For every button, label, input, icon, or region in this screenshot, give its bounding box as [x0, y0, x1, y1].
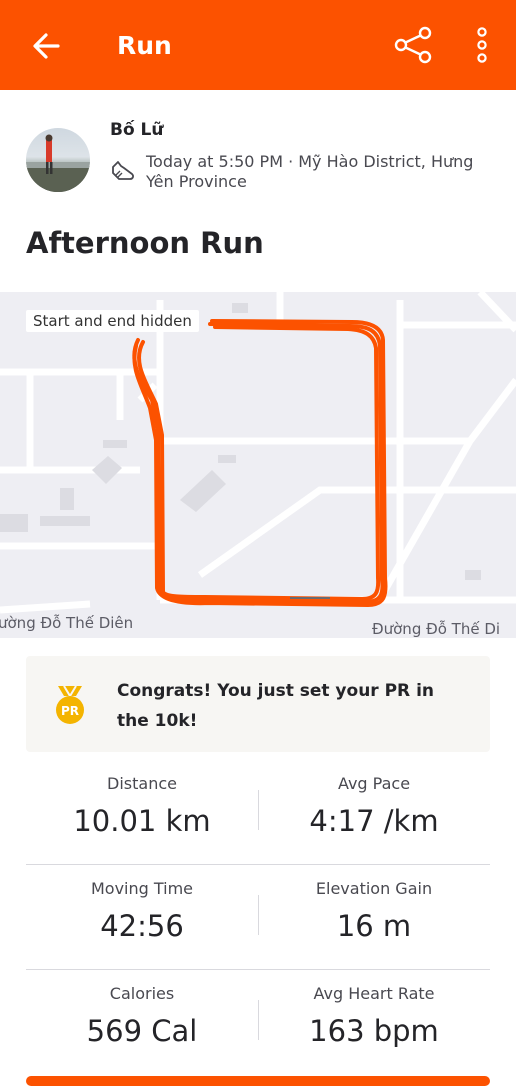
stat-avg-heart-rate: Avg Heart Rate 163 bpm	[258, 982, 490, 1052]
page-title: Run	[117, 31, 172, 60]
athlete-name[interactable]: Bố Lữ	[110, 120, 164, 140]
activity-meta: Today at 5:50 PM · Mỹ Hào District, Hưng…	[146, 152, 474, 191]
pr-medal-label: PR	[61, 704, 79, 718]
map-canvas	[0, 292, 516, 614]
stats-grid: Distance 10.01 km Avg Pace 4:17 /km Movi…	[26, 760, 490, 1074]
stats-row: Calories 569 Cal Avg Heart Rate 163 bpm	[26, 969, 490, 1074]
bottom-action-button[interactable]	[26, 1076, 490, 1086]
share-icon[interactable]	[392, 24, 434, 66]
stat-calories: Calories 569 Cal	[26, 982, 258, 1052]
pr-message: Congrats! You just set your PR in the 10…	[117, 681, 434, 731]
back-arrow-icon[interactable]	[28, 28, 64, 64]
stat-avg-pace: Avg Pace 4:17 /km	[258, 772, 490, 842]
more-vertical-icon[interactable]	[468, 24, 496, 66]
stat-value: 569 Cal	[86, 1014, 198, 1048]
activity-title: Afternoon Run	[26, 226, 264, 260]
road-label-left: ường Đỗ Thế Diên	[0, 614, 134, 632]
stats-row: Moving Time 42:56 Elevation Gain 16 m	[26, 864, 490, 969]
stat-label: Elevation Gain	[315, 879, 433, 898]
stat-value: 10.01 km	[73, 804, 211, 838]
stat-label: Calories	[109, 984, 175, 1003]
pr-card[interactable]: PR Congrats! You just set your PR in the…	[26, 656, 490, 752]
stat-label: Avg Heart Rate	[313, 984, 435, 1003]
stat-value: 16 m	[336, 909, 412, 943]
stat-elevation-gain: Elevation Gain 16 m	[258, 877, 490, 947]
stat-value: 4:17 /km	[309, 804, 439, 838]
pr-medal-icon: PR	[56, 685, 84, 724]
stat-moving-time: Moving Time 42:56	[26, 877, 258, 947]
stat-label: Distance	[107, 774, 177, 793]
shoe-icon	[112, 161, 134, 180]
route-line	[132, 319, 388, 607]
stats-row: Distance 10.01 km Avg Pace 4:17 /km	[26, 760, 490, 864]
stat-value: 42:56	[100, 909, 184, 943]
stat-value: 163 bpm	[309, 1014, 439, 1048]
road-label-right: Đường Đỗ Thế Di	[372, 620, 501, 638]
stat-label: Avg Pace	[337, 774, 411, 793]
avatar[interactable]	[26, 128, 90, 192]
app-bar: Run	[0, 0, 516, 90]
stat-distance: Distance 10.01 km	[26, 772, 258, 842]
map-privacy-badge: Start and end hidden	[26, 310, 199, 332]
athlete-header: Bố Lữ Today at 5:50 PM · Mỹ Hào District…	[26, 118, 496, 198]
stat-label: Moving Time	[90, 879, 194, 898]
route-map[interactable]	[0, 292, 516, 638]
